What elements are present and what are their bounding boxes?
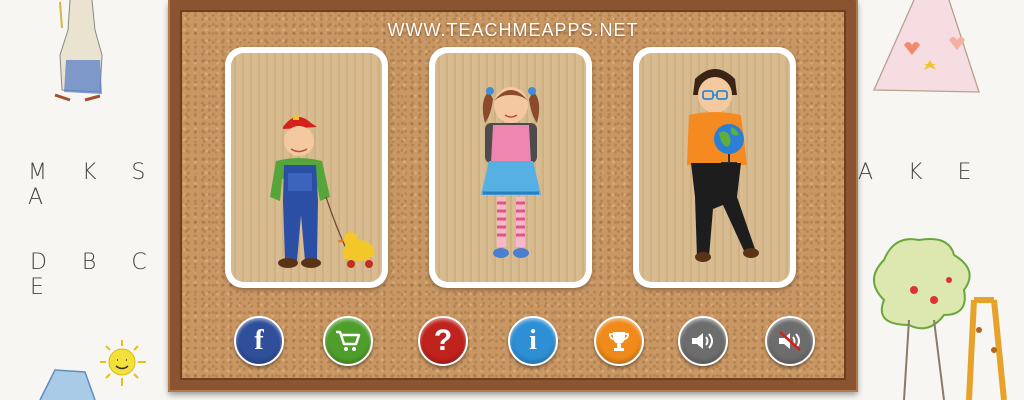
left-sketch-decoration: M K S A D B C E — [0, 0, 170, 400]
girl-with-backpack-icon — [481, 87, 541, 258]
website-url[interactable]: WWW.TEACHMEAPPS.NET — [180, 20, 846, 41]
trophy-button[interactable] — [594, 316, 644, 366]
boy-with-duck-icon — [270, 115, 375, 268]
character-card-boy-globe[interactable] — [633, 47, 796, 288]
sketch-letters-top: M K S A — [28, 160, 160, 210]
sound-off-icon — [779, 331, 801, 351]
card-3-panel — [639, 53, 790, 282]
trophy-icon — [609, 332, 629, 351]
right-sketch-decoration: A K E — [854, 0, 1024, 400]
sound-on-button[interactable] — [678, 316, 728, 366]
facebook-icon: f — [254, 325, 264, 356]
question-icon: ? — [433, 324, 453, 357]
character-card-boy-duck[interactable] — [225, 47, 388, 288]
character-card-girl[interactable] — [429, 47, 592, 288]
bottom-button-row: f ? i — [180, 316, 846, 372]
card-2-panel — [435, 53, 586, 282]
boy-with-globe-icon — [687, 69, 759, 262]
cart-icon — [336, 330, 361, 351]
sketch-letters-bottom: D B C E — [30, 250, 161, 300]
sound-off-button[interactable] — [765, 316, 815, 366]
right-drawing-icon — [873, 0, 1007, 400]
info-icon: i — [529, 325, 537, 356]
card-1-panel — [231, 53, 382, 282]
shop-cart-button[interactable] — [323, 316, 373, 366]
help-button[interactable]: ? — [418, 316, 468, 366]
sound-on-icon — [692, 333, 713, 349]
cork-board: WWW.TEACHMEAPPS.NET f ? i — [168, 0, 858, 392]
sketch-letters-right: A K E — [858, 160, 986, 185]
facebook-button[interactable]: f — [234, 316, 284, 366]
info-button[interactable]: i — [508, 316, 558, 366]
